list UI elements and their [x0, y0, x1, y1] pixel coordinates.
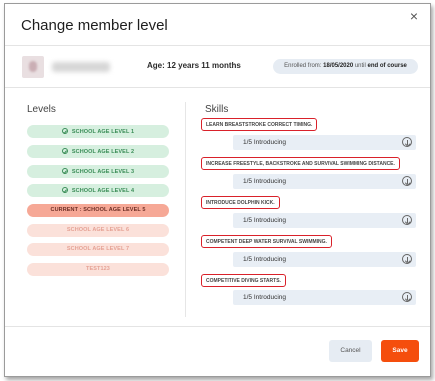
- skill-label: COMPETITIVE DIVING STARTS.: [201, 274, 286, 287]
- cancel-button[interactable]: Cancel: [329, 340, 372, 362]
- skill-level-value: 1/5 Introducing: [243, 294, 287, 301]
- skills-heading: Skills: [205, 104, 229, 115]
- skill-level-select[interactable]: 1/5 Introducing: [233, 252, 416, 267]
- level-label: SCHOOL AGE LEVEL 6: [66, 227, 130, 233]
- close-icon[interactable]: ×: [410, 9, 418, 23]
- level-label: SCHOOL AGE LEVEL 3: [71, 169, 135, 175]
- skill-label: INCREASE FREESTYLE, BACKSTROKE AND SURVI…: [201, 157, 400, 170]
- check-circle-icon: [61, 148, 68, 154]
- enrolled-until-label: until: [354, 63, 366, 69]
- level-label: SCHOOL AGE LEVEL 4: [71, 188, 135, 194]
- change-member-level-dialog: × Change member level Age: 12 years 11 m…: [4, 3, 431, 377]
- skill-level-select[interactable]: 1/5 Introducing: [233, 213, 416, 228]
- member-age: Age: 12 years 11 months: [147, 61, 241, 70]
- level-item[interactable]: SCHOOL AGE LEVEL 4: [27, 184, 169, 197]
- level-item[interactable]: SCHOOL AGE LEVEL 2: [27, 145, 169, 158]
- avatar: [22, 56, 44, 78]
- check-circle-icon: [61, 168, 68, 174]
- arrow-down-circle-icon[interactable]: [402, 254, 412, 264]
- skill-level-value: 1/5 Introducing: [243, 256, 287, 263]
- enrolled-from-label: Enrolled from:: [284, 63, 322, 69]
- member-name-redacted: [52, 62, 110, 72]
- enrollment-badge: Enrolled from: 18/05/2020 until end of c…: [273, 59, 418, 74]
- arrow-down-circle-icon[interactable]: [402, 215, 412, 225]
- skill-level-value: 1/5 Introducing: [243, 217, 287, 224]
- dialog-title: Change member level: [21, 17, 168, 34]
- level-item[interactable]: SCHOOL AGE LEVEL 3: [27, 165, 169, 178]
- age-label: Age:: [147, 61, 165, 70]
- level-item[interactable]: TEST123: [27, 263, 169, 276]
- profile-divider: [5, 87, 430, 88]
- skill-label: COMPETENT DEEP WATER SURVIVAL SWIMMING.: [201, 235, 332, 248]
- level-item[interactable]: SCHOOL AGE LEVEL 6: [27, 224, 169, 237]
- level-label: SCHOOL AGE LEVEL 1: [71, 129, 135, 135]
- arrow-down-circle-icon[interactable]: [402, 176, 412, 186]
- column-divider: [185, 102, 186, 317]
- level-label: TEST123: [86, 266, 110, 272]
- level-label: SCHOOL AGE LEVEL 2: [71, 149, 135, 155]
- skill-label: INTRODUCE DOLPHIN KICK.: [201, 196, 280, 209]
- check-circle-icon: [61, 187, 68, 193]
- enrolled-from-date: 18/05/2020: [323, 63, 354, 69]
- arrow-down-circle-icon[interactable]: [402, 292, 412, 302]
- skill-level-select[interactable]: 1/5 Introducing: [233, 174, 416, 189]
- save-button[interactable]: Save: [381, 340, 419, 362]
- level-item[interactable]: SCHOOL AGE LEVEL 1: [27, 125, 169, 138]
- check-circle-icon: [61, 128, 68, 134]
- skill-level-value: 1/5 Introducing: [243, 178, 287, 185]
- skill-level-select[interactable]: 1/5 Introducing: [233, 290, 416, 305]
- skill-label: LEARN BREASTSTROKE CORRECT TIMING.: [201, 118, 318, 131]
- footer-divider: [5, 326, 430, 327]
- header-divider: [5, 45, 430, 46]
- age-value: 12 years 11 months: [167, 61, 241, 70]
- level-label: CURRENT : SCHOOL AGE LEVEL 5: [50, 207, 146, 213]
- enrolled-until-value: end of course: [367, 63, 407, 69]
- level-label: SCHOOL AGE LEVEL 7: [66, 246, 130, 252]
- skill-level-value: 1/5 Introducing: [243, 139, 287, 146]
- level-item[interactable]: SCHOOL AGE LEVEL 7: [27, 243, 169, 256]
- level-item-current[interactable]: CURRENT : SCHOOL AGE LEVEL 5: [27, 204, 169, 217]
- arrow-down-circle-icon[interactable]: [402, 137, 412, 147]
- skill-level-select[interactable]: 1/5 Introducing: [233, 135, 416, 150]
- levels-heading: Levels: [27, 104, 56, 115]
